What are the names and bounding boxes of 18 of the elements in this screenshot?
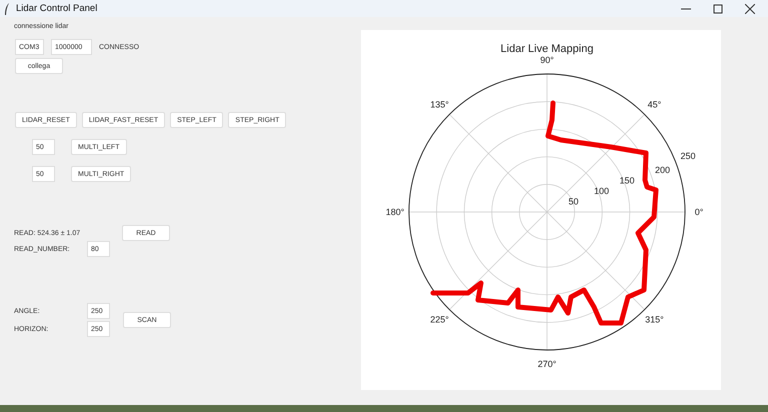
radial-tick-label: 100 xyxy=(594,186,610,196)
chart-title: Lidar Live Mapping xyxy=(500,43,594,55)
radial-tick-label: 200 xyxy=(655,164,670,175)
angle-tick-label: 315° xyxy=(645,314,664,324)
close-icon[interactable] xyxy=(745,4,755,14)
angle-tick-label: 135° xyxy=(430,100,449,110)
angle-tick-label: 270° xyxy=(538,359,556,369)
angle-tick-label: 225° xyxy=(430,314,449,324)
radial-tick-label: 50 xyxy=(568,196,579,206)
angle-tick-label: 90° xyxy=(540,55,554,65)
radial-tick-label: 150 xyxy=(620,175,635,186)
window-title: Lidar Control Panel xyxy=(16,3,98,14)
radial-tick-label: 250 xyxy=(680,151,696,162)
feather-icon xyxy=(4,2,10,14)
maximize-icon[interactable] xyxy=(713,4,723,14)
angle-tick-label: 0° xyxy=(694,207,704,217)
angle-tick-label: 180° xyxy=(386,207,404,217)
angle-tick-label: 45° xyxy=(648,100,662,110)
